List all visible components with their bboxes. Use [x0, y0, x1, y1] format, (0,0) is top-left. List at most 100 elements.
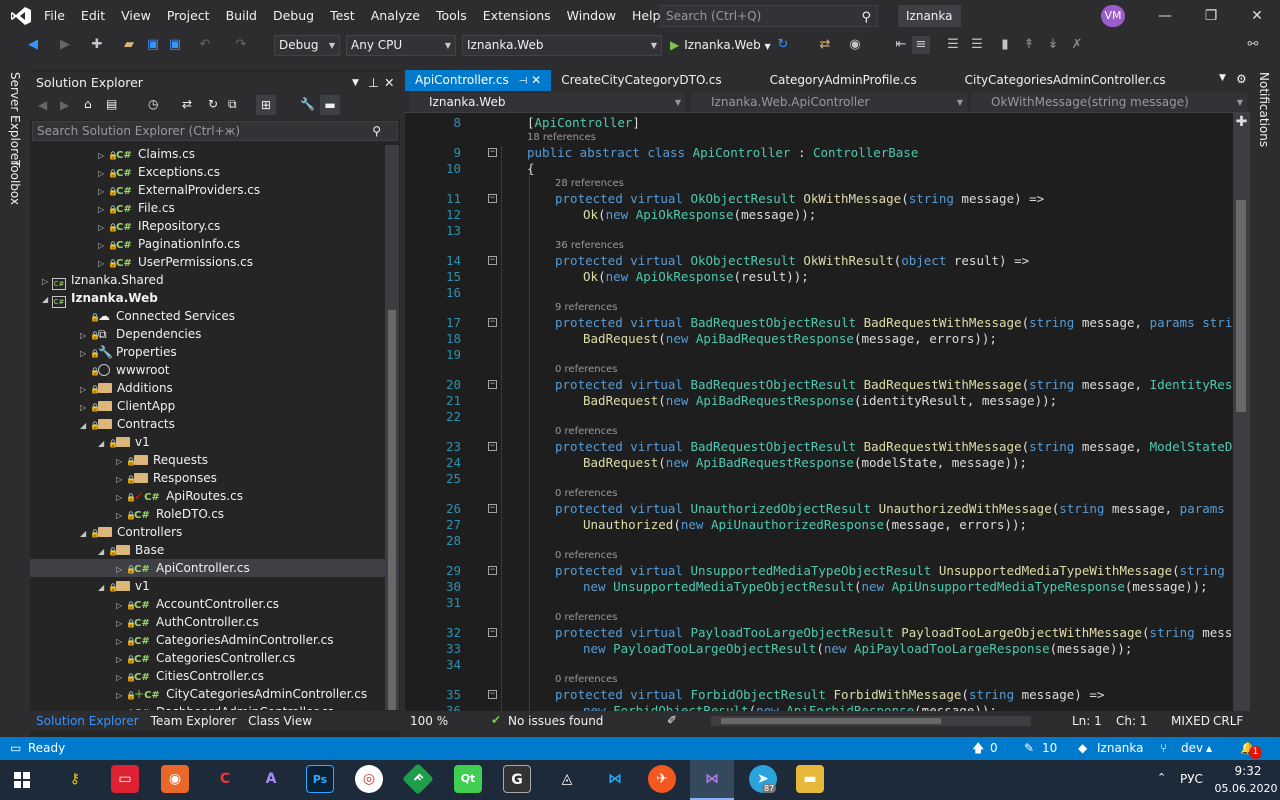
code-lens-references[interactable]: 0 references: [555, 363, 618, 376]
zoom-level[interactable]: 100 %: [410, 714, 448, 728]
tree-item[interactable]: 🔒☁ Connected Services: [30, 307, 385, 325]
postman-app-icon[interactable]: ✈: [648, 765, 676, 793]
menu-tools[interactable]: Tools: [428, 0, 475, 32]
tree-item[interactable]: ▷ 🔒+C# CityCategoriesAdminController.cs: [30, 685, 385, 703]
menu-view[interactable]: View: [113, 0, 159, 32]
unpushed-count[interactable]: 0: [990, 737, 998, 760]
tree-item[interactable]: ▷ 🔒C# ApiController.cs: [30, 559, 385, 577]
collapse-region-icon[interactable]: −: [488, 380, 497, 389]
tree-item[interactable]: ▷ C# Iznanka.Shared: [30, 271, 385, 290]
solution-scrollbar-thumb[interactable]: [388, 310, 396, 710]
collapse-region-icon[interactable]: −: [488, 256, 497, 265]
notifications-tab[interactable]: Notifications: [1257, 72, 1271, 147]
editor-scrollbar-thumb[interactable]: [1236, 200, 1246, 412]
run-button[interactable]: ▶ Iznanka.Web ▼: [670, 35, 771, 56]
tree-item[interactable]: ◢ 🔒 Contracts: [30, 415, 385, 433]
tab-create-city-category-dto[interactable]: CreateCityCategoryDTO.cs: [551, 70, 731, 91]
member-nav-select[interactable]: OkWithMessage(string message) ▼: [971, 93, 1247, 112]
code-lens-references[interactable]: 9 references: [555, 301, 618, 314]
solution-search-input[interactable]: Search Solution Explorer (Ctrl+ж) ⚲: [32, 121, 398, 141]
orange-app-icon[interactable]: ◉: [161, 765, 189, 793]
undo-icon[interactable]: ↶: [196, 36, 214, 54]
browser-link-icon[interactable]: ⇄: [816, 36, 834, 54]
refresh-icon[interactable]: ↻: [774, 36, 792, 54]
collapse-region-icon[interactable]: −: [488, 690, 497, 699]
panel-close-icon[interactable]: ✕: [384, 72, 394, 94]
configuration-select[interactable]: Debug ▼: [274, 35, 340, 56]
remote-app-icon[interactable]: ▭: [111, 765, 139, 793]
menu-test[interactable]: Test: [322, 0, 363, 32]
save-all-icon[interactable]: ▣: [166, 36, 184, 54]
save-icon[interactable]: ▣: [144, 36, 162, 54]
home-icon[interactable]: ⌂: [84, 97, 92, 111]
platform-select[interactable]: Any CPU ▼: [346, 35, 456, 56]
refresh-tree-icon[interactable]: ↻: [208, 97, 218, 111]
indent-icon[interactable]: ☰: [968, 36, 986, 54]
live-share-icon[interactable]: ⚯: [1244, 36, 1262, 54]
changes-count[interactable]: 10: [1042, 737, 1057, 760]
maximize-icon[interactable]: ❐: [1188, 0, 1234, 32]
preview-icon[interactable]: ▬: [320, 95, 340, 115]
tab-pin-icon[interactable]: ⊣: [519, 76, 528, 87]
menu-edit[interactable]: Edit: [73, 0, 113, 32]
bookmark-prev-icon[interactable]: ↟: [1020, 36, 1038, 54]
visual-studio-logo-icon[interactable]: [10, 6, 32, 26]
tree-item[interactable]: ▷ 🔒C# IRepository.cs: [30, 217, 385, 235]
tree-item[interactable]: ▷🔒C#DashboardAdminController.cs: [30, 703, 385, 710]
tree-item[interactable]: ▷ 🔒C# CitiesController.cs: [30, 667, 385, 685]
tree-item[interactable]: ▷ 🔒C# ExternalProviders.cs: [30, 181, 385, 199]
tree-item[interactable]: ▷ 🔒⧉ Dependencies: [30, 325, 385, 343]
type-nav-select[interactable]: Iznanka.Web.ApiController ▼: [691, 93, 967, 112]
menu-debug[interactable]: Debug: [265, 0, 322, 32]
visual-studio-app-icon[interactable]: ⋈: [698, 765, 726, 793]
tree-item[interactable]: ▷ 🔒 Additions: [30, 379, 385, 397]
tree-item[interactable]: ▷ 🔒C# AuthController.cs: [30, 613, 385, 631]
branch-chevron-icon[interactable]: ▲: [1206, 737, 1212, 760]
tree-item[interactable]: ▷ 🔒C# CategoriesController.cs: [30, 649, 385, 667]
tree-item[interactable]: ▷ 🔒C# UserPermissions.cs: [30, 253, 385, 271]
bookmark-next-icon[interactable]: ↡: [1044, 36, 1062, 54]
window-position-icon[interactable]: ▼: [352, 72, 359, 94]
code-lens-references[interactable]: 0 references: [555, 487, 618, 500]
collapse-region-icon[interactable]: −: [488, 566, 497, 575]
split-window-icon[interactable]: ✚: [1233, 115, 1250, 129]
minimize-icon[interactable]: —: [1142, 0, 1188, 32]
tree-item[interactable]: ▷ 🔒C# CategoriesAdminController.cs: [30, 631, 385, 649]
code-editor[interactable]: 8 [ApiController] 18 references 9− public ab…: [405, 113, 1233, 711]
tree-item[interactable]: ◢ 🔒 Base: [30, 541, 385, 559]
tree-item[interactable]: ▷ 🔒C# Claims.cs: [30, 145, 385, 163]
search-input[interactable]: Search (Ctrl+Q) ⚲: [660, 5, 878, 27]
tree-item[interactable]: ◢ 🔒 v1: [30, 577, 385, 595]
opera-app-icon[interactable]: ◎: [355, 765, 383, 793]
menu-build[interactable]: Build: [218, 0, 265, 32]
collapse-region-icon[interactable]: −: [488, 628, 497, 637]
toolbox-tab[interactable]: Toolbox: [8, 160, 22, 205]
startup-project-select[interactable]: Iznanka.Web ▼: [462, 35, 662, 56]
collapse-region-icon[interactable]: −: [488, 504, 497, 513]
qt-app-icon[interactable]: Qt: [454, 765, 482, 793]
bookmark-icon[interactable]: ▮: [996, 36, 1014, 54]
pending-changes-icon[interactable]: ◷: [148, 97, 158, 111]
menu-extensions[interactable]: Extensions: [475, 0, 559, 32]
tray-chevron-icon[interactable]: ⌃: [1157, 771, 1166, 784]
tree-item[interactable]: ▷ 🔒 ClientApp: [30, 397, 385, 415]
tab-city-categories-admin-controller[interactable]: CityCategoriesAdminController.cs: [955, 70, 1176, 91]
tree-item[interactable]: ▷ 🔒 Responses: [30, 469, 385, 487]
tree-item[interactable]: ◢ C# Iznanka.Web: [30, 289, 385, 308]
back-icon[interactable]: ◀: [24, 36, 42, 54]
issues-status[interactable]: No issues found: [508, 714, 603, 728]
forward-icon[interactable]: ▶: [56, 36, 74, 54]
menu-analyze[interactable]: Analyze: [363, 0, 428, 32]
tree-item[interactable]: ▷ 🔒C# File.cs: [30, 199, 385, 217]
tree-item[interactable]: ▷ 🔒C# PaginationInfo.cs: [30, 235, 385, 253]
tree-item[interactable]: ◢ 🔒 Controllers: [30, 523, 385, 541]
tab-solution-explorer[interactable]: Solution Explorer: [30, 711, 145, 731]
switch-views-icon[interactable]: ▤: [106, 97, 117, 111]
tree-item[interactable]: 🔒 wwwroot: [30, 361, 385, 379]
chrome-canary-app-icon[interactable]: C: [211, 765, 239, 793]
code-lens-references[interactable]: 0 references: [555, 425, 618, 438]
font-app-icon[interactable]: A: [257, 765, 285, 793]
whitespace-mode[interactable]: MIXED: [1171, 714, 1210, 728]
tree-item[interactable]: ▷ 🔒C# Exceptions.cs: [30, 163, 385, 181]
pencil-icon[interactable]: ✎: [1024, 737, 1034, 760]
